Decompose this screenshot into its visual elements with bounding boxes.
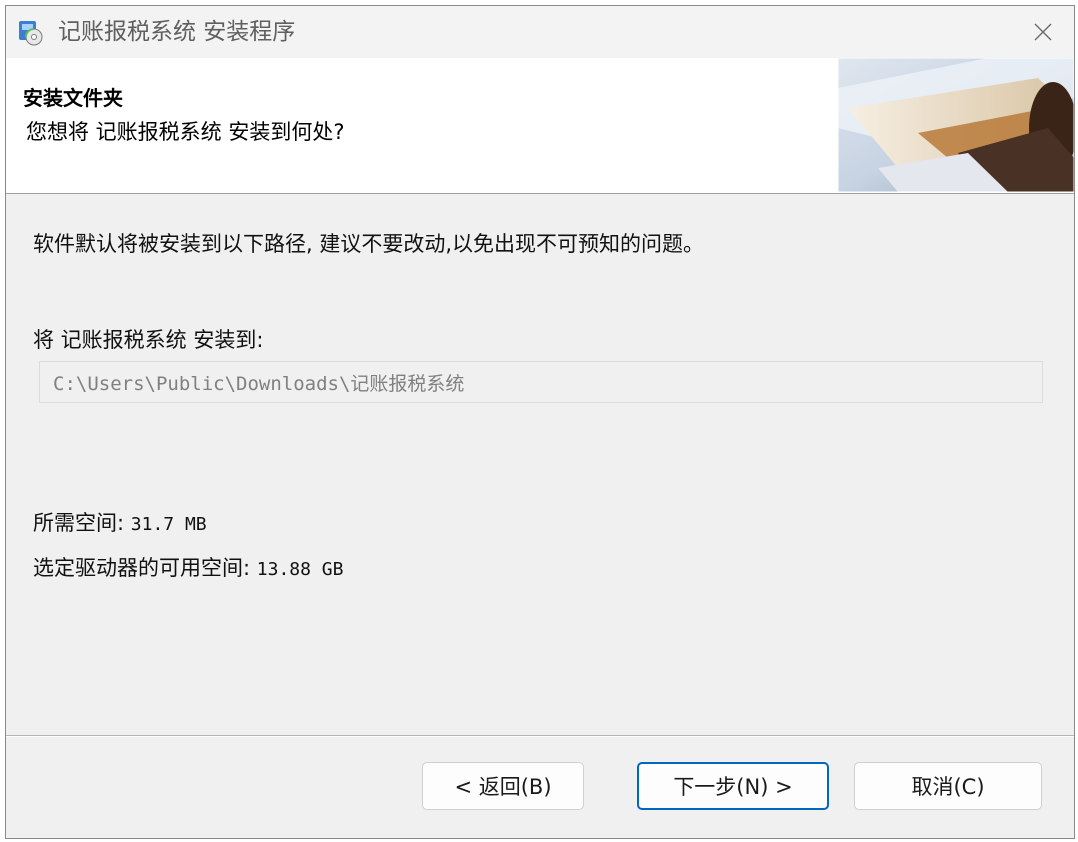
page-title: 安装文件夹 bbox=[23, 86, 123, 110]
page-subtitle: 您想将 记账报税系统 安装到何处? bbox=[26, 120, 345, 144]
title-bar[interactable]: 记账报税系统 安装程序 bbox=[6, 6, 1074, 58]
installer-icon bbox=[16, 18, 44, 46]
install-path-field[interactable] bbox=[39, 361, 1043, 403]
required-space-row: 所需空间: 31.7 MB bbox=[33, 507, 207, 537]
cancel-button[interactable]: 取消(C) bbox=[854, 762, 1042, 810]
window-title: 记账报税系统 安装程序 bbox=[58, 19, 296, 45]
free-space-value: 13.88 GB bbox=[256, 559, 344, 580]
install-to-label: 将 记账报税系统 安装到: bbox=[33, 328, 264, 352]
info-text: 软件默认将被安装到以下路径, 建议不要改动,以免出现不可预知的问题。 bbox=[33, 232, 705, 256]
header-banner: 安装文件夹 您想将 记账报税系统 安装到何处? bbox=[6, 58, 1074, 194]
back-button[interactable]: < 返回(B) bbox=[422, 762, 584, 810]
close-icon bbox=[1034, 23, 1052, 41]
free-space-row: 选定驱动器的可用空间: 13.88 GB bbox=[33, 552, 343, 582]
close-button[interactable] bbox=[1012, 6, 1074, 58]
banner-image bbox=[838, 58, 1074, 192]
install-path-input[interactable] bbox=[40, 362, 1042, 402]
footer-divider bbox=[6, 735, 1074, 737]
next-button[interactable]: 下一步(N) > bbox=[637, 762, 829, 810]
free-space-label: 选定驱动器的可用空间: bbox=[33, 556, 251, 580]
required-space-value: 31.7 MB bbox=[130, 514, 207, 535]
required-space-label: 所需空间: bbox=[33, 511, 125, 535]
installer-window: 记账报税系统 安装程序 安装文件夹 您想将 记账报税系统 安装到何处? 软件默认… bbox=[5, 5, 1075, 839]
